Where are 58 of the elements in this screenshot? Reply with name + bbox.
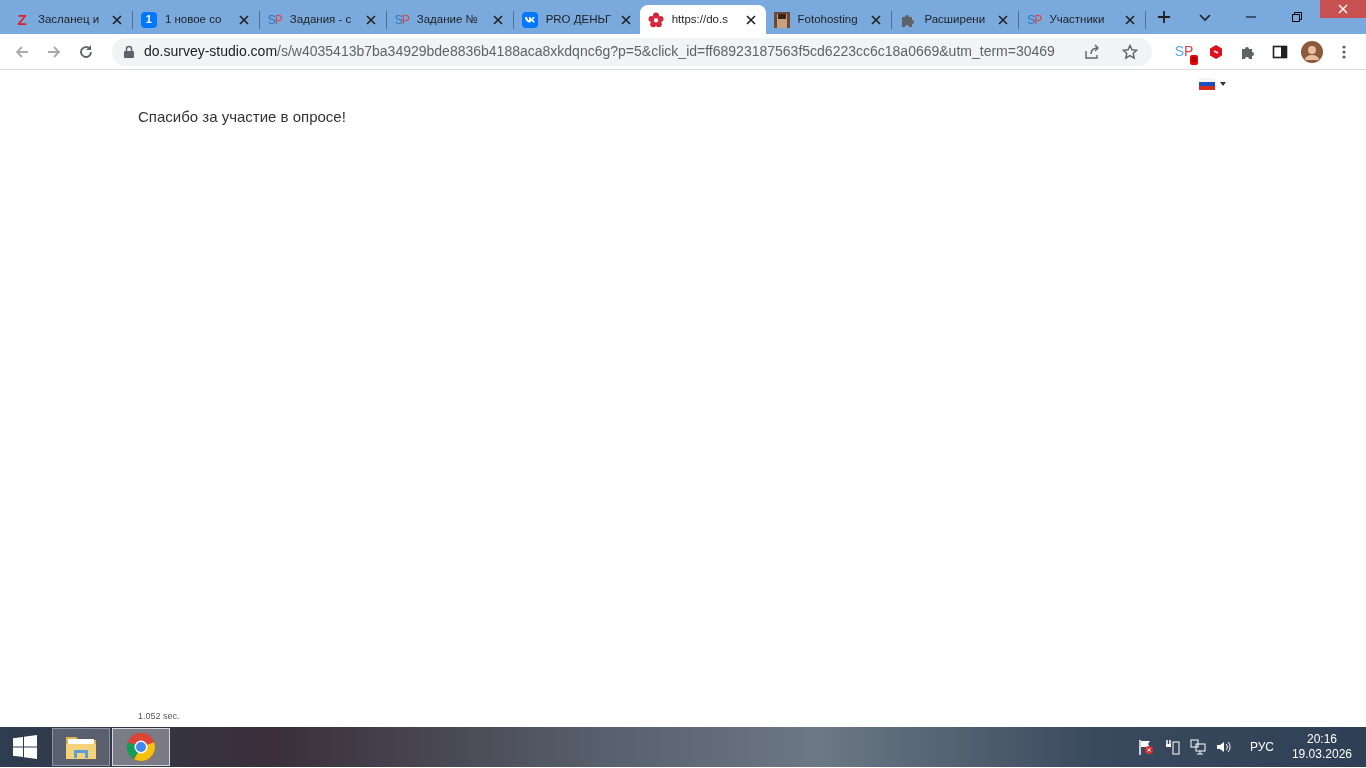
close-icon[interactable] <box>363 12 378 27</box>
close-icon[interactable] <box>490 12 505 27</box>
flag-error-icon[interactable] <box>1137 739 1154 755</box>
battery-icon[interactable] <box>1163 739 1180 755</box>
clock-time: 20:16 <box>1306 732 1337 747</box>
forward-icon <box>46 43 62 60</box>
language-dropdown[interactable] <box>1199 78 1226 90</box>
avatar-icon <box>1301 40 1323 63</box>
windows-logo-icon <box>13 735 37 759</box>
browser-tab[interactable]: SP Участники <box>1019 5 1146 34</box>
close-icon[interactable] <box>236 12 251 27</box>
reload-icon <box>78 43 94 60</box>
browser-tab[interactable]: https://do.s <box>639 5 766 34</box>
sp-logo: SP <box>267 11 282 28</box>
speaker-icon[interactable] <box>1215 739 1232 755</box>
load-time-text: 1.052 sec. <box>138 710 180 723</box>
z-logo: Z <box>16 11 28 28</box>
chrome-logo-icon <box>126 732 156 762</box>
plus-icon <box>1157 10 1172 24</box>
close-icon[interactable] <box>996 12 1011 27</box>
back-icon <box>14 43 30 60</box>
chrome-button[interactable] <box>112 728 170 766</box>
browser-tab[interactable]: PRO ДЕНЬГ <box>513 5 640 34</box>
browser-tab[interactable]: Z Засланец и <box>6 5 132 34</box>
flag-icon <box>1199 78 1215 90</box>
cube-extension-icon <box>1208 43 1224 60</box>
clock-date: 19.03.2026 <box>1291 747 1352 762</box>
browser-tab[interactable]: SP Задания - с <box>259 5 386 34</box>
browser-tab[interactable]: SP Задание № <box>386 5 513 34</box>
lock-icon <box>124 45 134 58</box>
clock[interactable]: 20:16 19.03.2026 <box>1291 732 1352 762</box>
close-icon[interactable] <box>619 12 634 27</box>
network-icon[interactable] <box>1189 739 1206 755</box>
close-icon[interactable] <box>743 12 758 27</box>
flower-icon <box>647 11 664 28</box>
share-icon <box>1084 43 1100 60</box>
browser-tab[interactable]: 1 1 новое со <box>132 5 259 34</box>
menu-icon <box>1342 43 1346 60</box>
caret-icon <box>1220 82 1226 86</box>
restore-icon <box>1292 12 1303 22</box>
bookmark-star-icon <box>1122 43 1138 60</box>
thank-you-message: Спасибо за участие в опросе! <box>138 107 346 127</box>
close-icon[interactable] <box>1123 12 1138 27</box>
url-text: do.survey-studio.com/s/w4035413b7ba34929bde8836b4188aca8xkdqnc6g?p=5&click_id=ff68923187563f5cd6223cc6c18a0669&utm_term=30469 <box>144 42 1056 61</box>
browser-tab[interactable]: Расширени <box>892 5 1019 34</box>
address-bar[interactable]: do.survey-studio.com/s/w4035413b7ba34929bde8836b4188aca8xkdqnc6g?p=5&click_id=ff68923187563f5cd6223cc6c18a0669&utm_term=30469 <box>112 37 1152 66</box>
sp-logo: SP <box>394 11 409 28</box>
vk-logo-icon <box>521 11 538 28</box>
close-icon[interactable] <box>109 12 124 27</box>
language-indicator[interactable]: РУС <box>1249 738 1274 756</box>
file-explorer-button[interactable] <box>52 728 110 766</box>
notification-badge: 1 <box>140 11 157 28</box>
count-badge: 0 <box>1189 54 1198 65</box>
side-panel-icon <box>1272 43 1288 60</box>
close-icon[interactable] <box>869 12 884 27</box>
sp-logo: SP <box>1027 11 1042 28</box>
close-icon <box>1338 4 1349 14</box>
browser-tab[interactable]: Fotohosting <box>765 5 892 34</box>
